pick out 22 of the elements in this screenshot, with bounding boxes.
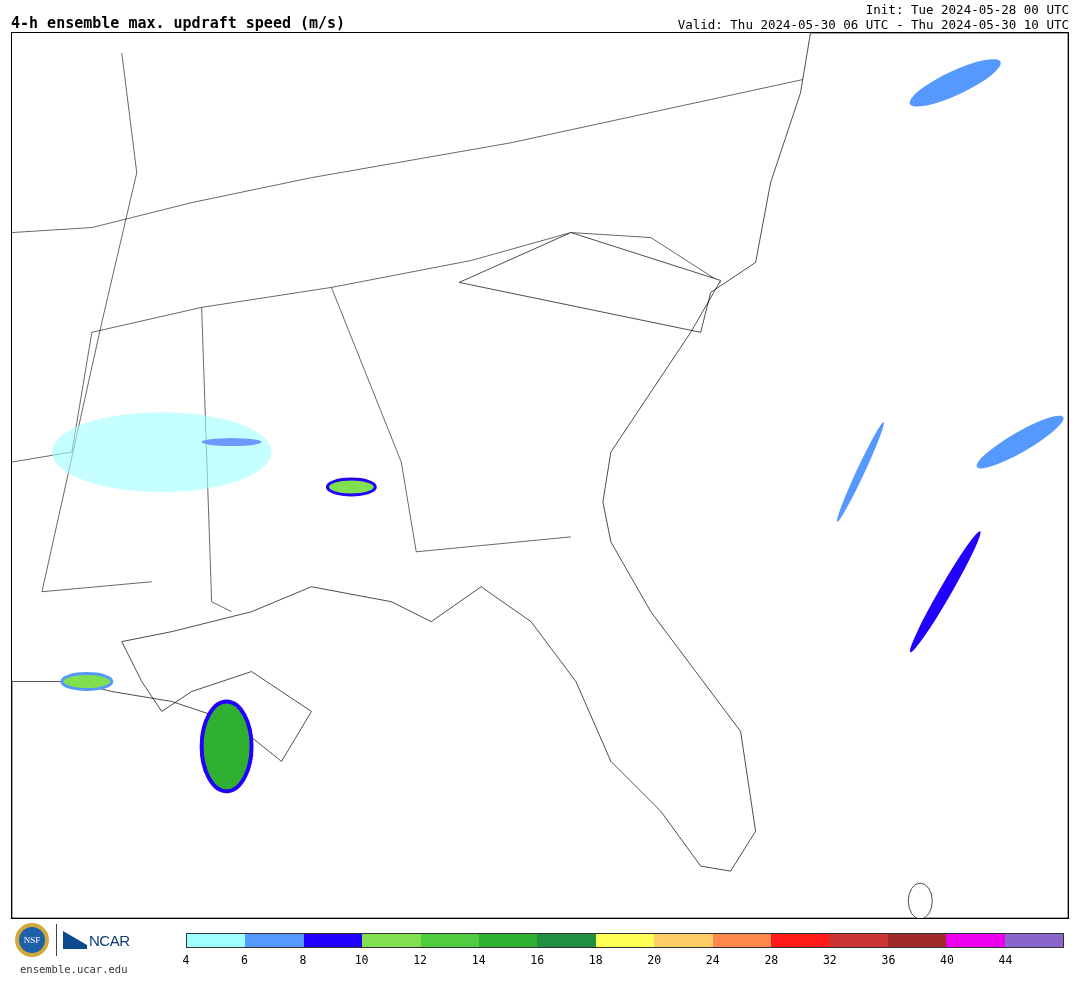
valid-time: Valid: Thu 2024-05-30 06 UTC - Thu 2024-05-30 10 UTC	[677, 17, 1069, 32]
init-time: Init: Tue 2024-05-28 00 UTC	[865, 2, 1069, 17]
seal-logo-icon: NSF	[14, 922, 50, 958]
tick-label: 12	[413, 953, 428, 967]
tick-label: 4	[182, 953, 190, 967]
tick-label: 32	[822, 953, 837, 967]
tick-label: 8	[299, 953, 307, 967]
tick-label: 16	[530, 953, 545, 967]
tick-label: 28	[764, 953, 779, 967]
tick-label: 10	[354, 953, 369, 967]
chart-title: 4-h ensemble max. updraft speed (m/s)	[11, 14, 346, 32]
tick-label: 36	[881, 953, 896, 967]
ncar-logo-icon	[63, 931, 87, 949]
site-url: ensemble.ucar.edu	[19, 963, 129, 975]
tick-label: 40	[940, 953, 954, 967]
tick-label: 18	[588, 953, 603, 967]
tick-label: 44	[998, 953, 1013, 967]
tick-label: 6	[241, 953, 248, 967]
tick-label: 24	[705, 953, 720, 967]
tick-label: 14	[471, 953, 486, 967]
logo-text: NCAR	[89, 931, 130, 949]
tick-label: 20	[647, 953, 662, 967]
